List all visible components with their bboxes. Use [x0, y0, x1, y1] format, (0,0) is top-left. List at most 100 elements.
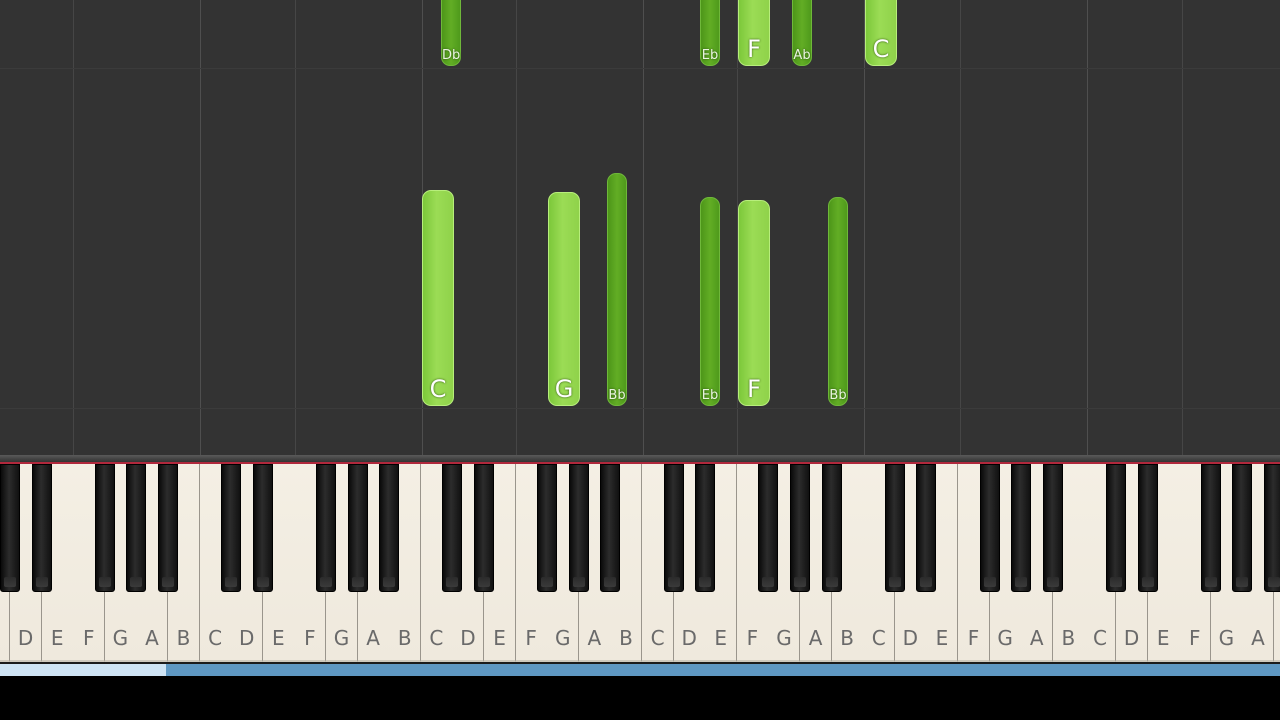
- key-label: F: [967, 626, 980, 650]
- grid-line: [0, 68, 1280, 69]
- black-key[interactable]: [347, 464, 368, 592]
- key-label: E: [272, 626, 285, 650]
- key-label: B: [619, 626, 633, 650]
- key-label: A: [366, 626, 380, 650]
- black-key[interactable]: [537, 464, 558, 592]
- key-label: C: [429, 626, 444, 650]
- key-label: D: [17, 626, 34, 650]
- key-label: G: [997, 626, 1013, 650]
- black-key[interactable]: [790, 464, 810, 592]
- black-key[interactable]: [600, 464, 621, 592]
- black-key[interactable]: [316, 464, 336, 592]
- falling-note: C: [422, 190, 454, 406]
- key-label: D: [460, 626, 476, 650]
- falling-note: G: [548, 192, 580, 406]
- key-label: E: [1156, 626, 1170, 650]
- key-label: B: [1061, 626, 1076, 650]
- black-key[interactable]: [158, 464, 178, 592]
- key-label: F: [746, 626, 759, 650]
- note-label: G: [554, 375, 574, 403]
- key-label: E: [714, 626, 728, 650]
- key-label: G: [112, 626, 129, 650]
- key-label: E: [493, 626, 506, 650]
- key-label: F: [525, 626, 537, 650]
- piano-roll: Db Eb F Ab C C G Bb Eb F Bb: [0, 0, 1280, 458]
- letterbox-bar: [0, 676, 1280, 720]
- key-label: A: [808, 626, 823, 650]
- black-key[interactable]: [979, 464, 1000, 592]
- note-label: Db: [442, 48, 461, 63]
- black-key[interactable]: [0, 464, 20, 592]
- falling-note: Bb: [828, 197, 848, 406]
- key-label: A: [587, 626, 602, 650]
- black-key[interactable]: [1232, 464, 1253, 592]
- key-label: D: [681, 626, 697, 650]
- note-label: C: [872, 35, 890, 63]
- black-key[interactable]: [126, 464, 147, 592]
- song-progress-bar[interactable]: [0, 664, 1280, 676]
- black-key[interactable]: [695, 464, 716, 592]
- key-label: G: [333, 626, 350, 650]
- key-label: G: [1218, 626, 1235, 650]
- key-label: B: [176, 626, 191, 650]
- black-key[interactable]: [1011, 464, 1032, 592]
- black-key[interactable]: [442, 464, 463, 592]
- note-label: F: [747, 35, 761, 63]
- key-label: F: [1188, 626, 1201, 650]
- black-key[interactable]: [252, 464, 273, 592]
- key-label: A: [145, 626, 159, 650]
- note-label: Bb: [829, 388, 847, 403]
- black-key[interactable]: [379, 464, 400, 592]
- key-label: F: [304, 626, 316, 650]
- key-label: D: [239, 626, 255, 650]
- key-label: C: [871, 626, 886, 650]
- falling-note: Eb: [700, 0, 720, 66]
- key-label: B: [840, 626, 854, 650]
- falling-note: C: [865, 0, 897, 66]
- black-key[interactable]: [884, 464, 905, 592]
- black-key[interactable]: [568, 464, 589, 592]
- falling-note: Bb: [607, 173, 627, 406]
- black-key[interactable]: [1137, 464, 1158, 592]
- black-key[interactable]: [94, 464, 115, 592]
- key-label: A: [1029, 626, 1044, 650]
- falling-note: Db: [441, 0, 461, 66]
- black-key[interactable]: [758, 464, 779, 592]
- black-key[interactable]: [821, 464, 842, 592]
- falling-note: F: [738, 200, 770, 406]
- piano-keyboard: DEFGABCDEFGABCDEFGABCDEFGABCDEFGABCDEFGA…: [0, 464, 1280, 664]
- key-label: G: [554, 626, 571, 650]
- falling-note: F: [738, 0, 770, 66]
- key-label: B: [1274, 626, 1280, 650]
- black-key[interactable]: [916, 464, 937, 592]
- note-label: F: [747, 375, 761, 403]
- note-label: C: [429, 375, 447, 403]
- black-key[interactable]: [31, 464, 52, 592]
- black-key[interactable]: [1200, 464, 1221, 592]
- key-label: F: [82, 626, 95, 650]
- key-label: D: [1123, 626, 1140, 650]
- key-label: D: [902, 626, 919, 650]
- black-key[interactable]: [663, 464, 684, 592]
- key-label: C: [208, 626, 223, 650]
- black-key[interactable]: [221, 464, 242, 592]
- black-key[interactable]: [1264, 464, 1280, 592]
- key-label: E: [935, 626, 949, 650]
- grid-line: [0, 408, 1280, 409]
- key-label: G: [776, 626, 792, 650]
- song-progress-fill: [0, 664, 167, 676]
- key-label: B: [397, 626, 412, 650]
- falling-note: Ab: [792, 0, 812, 66]
- key-label: C: [1092, 626, 1107, 650]
- note-label: Bb: [608, 388, 626, 403]
- note-label: Eb: [701, 388, 719, 403]
- key-label: E: [50, 626, 64, 650]
- black-key[interactable]: [1042, 464, 1063, 592]
- key-label: A: [1251, 626, 1265, 650]
- black-key[interactable]: [474, 464, 494, 592]
- note-label: Ab: [793, 48, 811, 63]
- note-label: Eb: [701, 48, 719, 63]
- falling-note: Eb: [700, 197, 720, 406]
- black-key[interactable]: [1106, 464, 1126, 592]
- key-label: C: [650, 626, 665, 650]
